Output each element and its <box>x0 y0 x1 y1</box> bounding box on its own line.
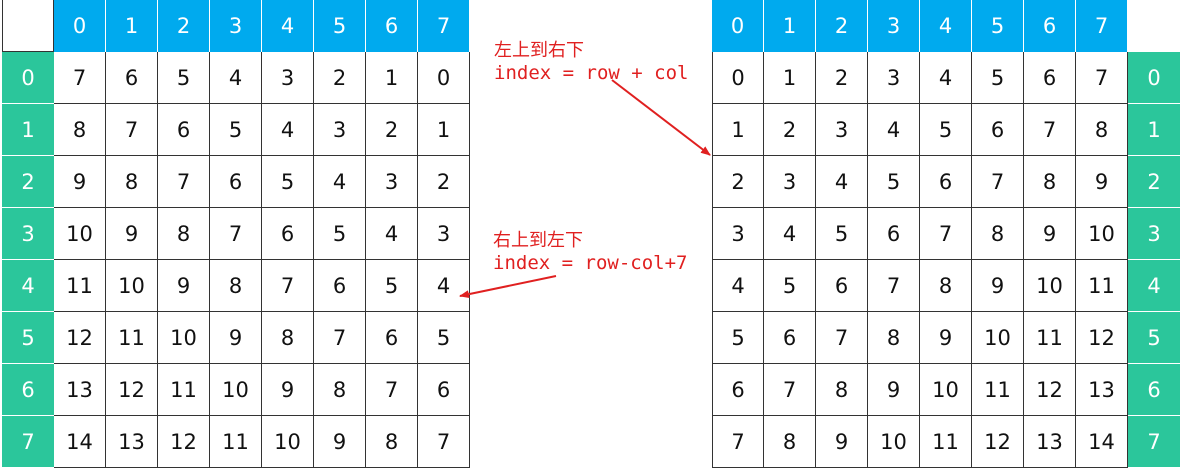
arrow-to-left-table <box>459 275 557 299</box>
arrow-to-right-table <box>611 79 711 156</box>
annotation-arrows <box>459 79 711 299</box>
